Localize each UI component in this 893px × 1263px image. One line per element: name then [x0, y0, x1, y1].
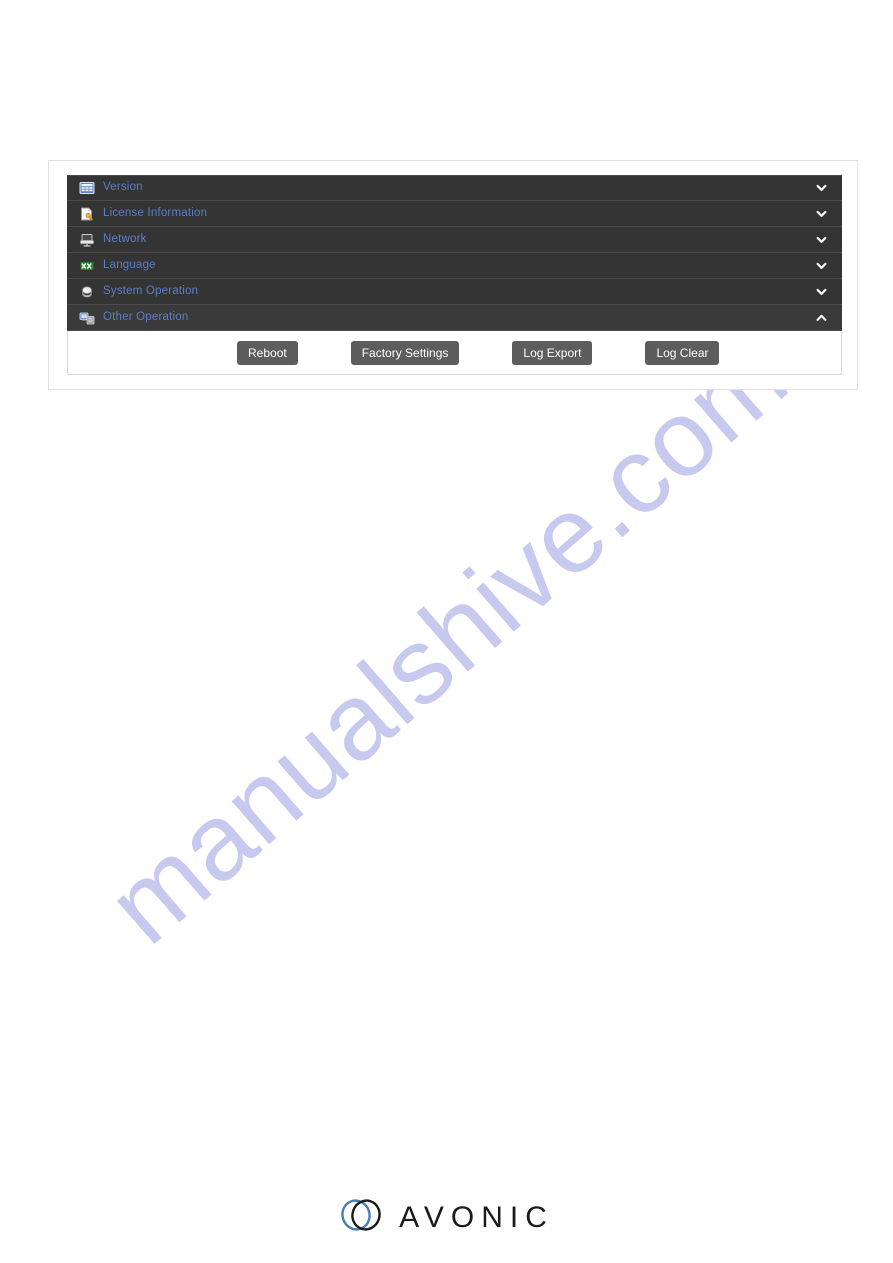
system-operation-icon — [79, 285, 95, 299]
language-icon — [79, 259, 95, 273]
other-operation-icon — [79, 311, 95, 325]
panel-header-system-operation[interactable]: System Operation — [67, 279, 842, 305]
watermark: manualshive.com — [84, 313, 809, 967]
panel-header-other-operation[interactable]: Other Operation — [67, 305, 842, 331]
license-document-icon — [79, 207, 95, 221]
panel-header-version[interactable]: Version — [67, 175, 842, 201]
panel-label-other-operation: Other Operation — [103, 310, 189, 323]
panel-header-language[interactable]: Language — [67, 253, 842, 279]
version-icon — [79, 181, 95, 195]
footer-logo: AVONIC — [0, 1196, 893, 1239]
panel-label-license-information: License Information — [103, 206, 208, 219]
panel-label-network: Network — [103, 232, 147, 245]
chevron-up-icon[interactable] — [815, 311, 828, 324]
log-clear-button[interactable]: Log Clear — [645, 340, 720, 365]
network-server-icon — [79, 233, 95, 247]
panel-label-version: Version — [103, 181, 143, 194]
chevron-down-icon[interactable] — [815, 182, 828, 195]
avonic-wordmark: AVONIC — [399, 1200, 554, 1234]
avonic-logo-mark-icon — [339, 1196, 385, 1239]
chevron-down-icon[interactable] — [815, 285, 828, 298]
factory-settings-button[interactable]: Factory Settings — [350, 340, 460, 365]
settings-card: Version License Information Network Lang… — [48, 160, 858, 390]
reboot-button[interactable]: Reboot — [237, 340, 298, 365]
other-operation-button-row: Reboot Factory Settings Log Export Log C… — [237, 340, 720, 365]
chevron-down-icon[interactable] — [815, 259, 828, 272]
panel-label-system-operation: System Operation — [103, 284, 199, 297]
panel-header-license-information[interactable]: License Information — [67, 201, 842, 227]
chevron-down-icon[interactable] — [815, 207, 828, 220]
other-operation-body: Reboot Factory Settings Log Export Log C… — [67, 331, 842, 375]
settings-accordion: Version License Information Network Lang… — [67, 175, 842, 375]
panel-header-network[interactable]: Network — [67, 227, 842, 253]
log-export-button[interactable]: Log Export — [512, 340, 593, 365]
chevron-down-icon[interactable] — [815, 233, 828, 246]
panel-label-language: Language — [103, 258, 156, 271]
